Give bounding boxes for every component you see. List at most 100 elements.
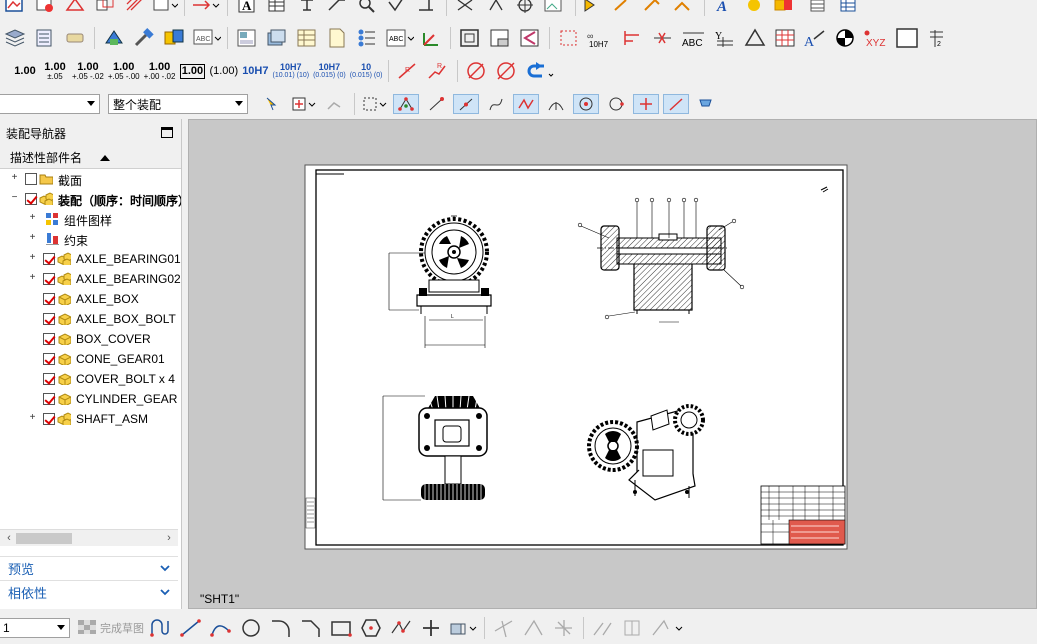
view-layout-icon[interactable] xyxy=(234,24,260,52)
circle-center-icon[interactable] xyxy=(573,94,599,114)
center-mark-icon[interactable] xyxy=(453,0,479,19)
preview-panel-header[interactable]: 预览 xyxy=(0,556,178,580)
tree-row[interactable]: COVER_BOLT x 4 xyxy=(0,369,181,389)
scroll-right-icon[interactable]: › xyxy=(162,530,176,547)
wrench-icon[interactable] xyxy=(642,0,668,19)
column-header[interactable]: 描述性部件名 xyxy=(0,147,181,169)
visibility-checkbox[interactable] xyxy=(43,393,55,405)
parts-list-icon[interactable] xyxy=(294,24,320,52)
feature-control-icon[interactable] xyxy=(324,0,350,19)
tree-row[interactable]: CONE_GEAR01 xyxy=(0,349,181,369)
datum-target-icon[interactable]: Y xyxy=(712,24,738,52)
rectangle-icon[interactable] xyxy=(328,614,354,642)
line-icon[interactable] xyxy=(178,614,204,642)
ordinate-dim-icon[interactable] xyxy=(650,24,676,52)
surface-finish-icon[interactable] xyxy=(384,0,410,19)
dimension-frame-icon[interactable] xyxy=(556,24,582,52)
dependency-panel-header[interactable]: 相依性 xyxy=(0,580,178,604)
existing-point-icon[interactable] xyxy=(633,94,659,114)
tolerance-reference-button[interactable]: (1.00) xyxy=(209,56,238,86)
visibility-checkbox[interactable] xyxy=(43,313,55,325)
list-tree-icon[interactable] xyxy=(354,24,380,52)
fillet-icon[interactable] xyxy=(268,614,294,642)
shape-icon[interactable] xyxy=(62,0,88,19)
tolerance-upper-button[interactable]: 1.00 +.05 -.00 xyxy=(108,56,140,86)
tolerance-plusminus-button[interactable]: 1.00 ±.05 xyxy=(42,56,68,86)
tolerance-nominal-button[interactable]: 1.00 xyxy=(12,56,38,86)
scroll-left-icon[interactable]: ‹ xyxy=(2,530,16,547)
tree-row[interactable]: CYLINDER_GEAR xyxy=(0,389,181,409)
tree-row[interactable]: AXLE_BOX xyxy=(0,289,181,309)
centroid-icon[interactable] xyxy=(832,24,858,52)
tolerance-fit-button[interactable]: 10H7 xyxy=(242,56,268,86)
text-style-icon[interactable]: A xyxy=(711,0,737,19)
expand-icon[interactable]: + xyxy=(28,273,37,283)
expand-icon[interactable]: + xyxy=(28,233,37,243)
drawing-icon[interactable] xyxy=(32,0,58,19)
section-icon[interactable] xyxy=(152,0,178,19)
tolerance-fit-limits-button[interactable]: 10H7 (10.01) (10) xyxy=(272,56,309,86)
note-icon[interactable]: A xyxy=(234,0,260,19)
point-icon[interactable] xyxy=(418,614,444,642)
circle-icon[interactable] xyxy=(238,614,264,642)
radius-jog-icon[interactable]: R xyxy=(425,57,451,85)
end-point-icon[interactable] xyxy=(423,94,449,114)
diameter-slash-icon[interactable] xyxy=(494,57,520,85)
studio-spline-icon[interactable] xyxy=(388,614,414,642)
hatch-icon[interactable] xyxy=(122,0,148,19)
layer-stack-icon[interactable] xyxy=(2,24,28,52)
tree-row[interactable]: + AXLE_BEARING01 xyxy=(0,249,181,269)
xyz-icon[interactable]: XYZ xyxy=(862,24,890,52)
drawing-canvas[interactable]: L xyxy=(188,119,1037,609)
image-insert-icon[interactable] xyxy=(543,0,569,19)
view-icon[interactable] xyxy=(92,0,118,19)
scrollbar-thumb[interactable] xyxy=(16,533,72,544)
cube-color-icon[interactable] xyxy=(771,0,801,19)
radius-icon[interactable]: R xyxy=(395,57,421,85)
tree-row[interactable]: AXLE_BOX_BOLT xyxy=(0,309,181,329)
bookmark-icon[interactable] xyxy=(693,94,719,114)
detail-view-icon[interactable] xyxy=(191,0,221,19)
layer-select[interactable]: 1 xyxy=(0,617,70,638)
border-icon[interactable] xyxy=(457,24,483,52)
arc-icon[interactable] xyxy=(208,614,234,642)
tolerance-limits-button[interactable]: 1.00 +.05 -.02 xyxy=(72,56,104,86)
collapse-icon[interactable]: − xyxy=(10,193,19,203)
text-block-icon[interactable]: ABC xyxy=(191,24,221,52)
polygon-icon[interactable] xyxy=(358,614,384,642)
tree-row[interactable]: + 约束 xyxy=(0,229,181,249)
diameter-icon[interactable] xyxy=(464,57,490,85)
eraser-icon[interactable] xyxy=(62,24,88,52)
weld-symbol-icon[interactable] xyxy=(414,0,440,19)
profile-icon[interactable] xyxy=(148,614,174,642)
intersection-point-icon[interactable] xyxy=(513,94,539,114)
replace-component-icon[interactable] xyxy=(161,24,187,52)
hammer-icon[interactable] xyxy=(131,24,157,52)
tree-row[interactable]: + SHAFT_ASM xyxy=(0,409,181,429)
offset-curve-icon[interactable] xyxy=(448,614,478,642)
scope-select[interactable]: 整个装配 xyxy=(108,94,248,114)
assembly-blue-icon[interactable] xyxy=(101,24,127,52)
tree-row[interactable]: + AXLE_BEARING02 xyxy=(0,269,181,289)
visibility-checkbox[interactable] xyxy=(43,333,55,345)
visibility-checkbox[interactable] xyxy=(43,293,55,305)
quadrant-point-icon[interactable] xyxy=(603,94,629,114)
image-icon[interactable] xyxy=(2,0,28,19)
expand-icon[interactable]: + xyxy=(10,173,19,183)
tree-row[interactable]: + 截面 xyxy=(0,169,181,189)
tolerance-deviation-button[interactable]: 10 (0.015) (0) xyxy=(350,56,383,86)
spreadsheet-icon[interactable] xyxy=(835,0,861,19)
finish-sketch-button[interactable]: 完成草图 xyxy=(76,614,144,642)
triangle-icon[interactable] xyxy=(742,24,768,52)
arc-center-icon[interactable] xyxy=(543,94,569,114)
blank-box-icon[interactable] xyxy=(894,24,920,52)
coordinate-icon[interactable] xyxy=(418,24,444,52)
tolerance-lower-button[interactable]: 1.00 +.00 -.02 xyxy=(144,56,176,86)
abc-dim-icon[interactable]: ABC xyxy=(680,24,708,52)
visibility-checkbox[interactable] xyxy=(25,193,37,205)
expand-icon[interactable]: + xyxy=(28,253,37,263)
text-arrow-icon[interactable]: A xyxy=(802,24,828,52)
magnifier-icon[interactable] xyxy=(354,0,380,19)
flag-icon[interactable] xyxy=(582,0,608,19)
expand-icon[interactable]: + xyxy=(28,413,37,423)
